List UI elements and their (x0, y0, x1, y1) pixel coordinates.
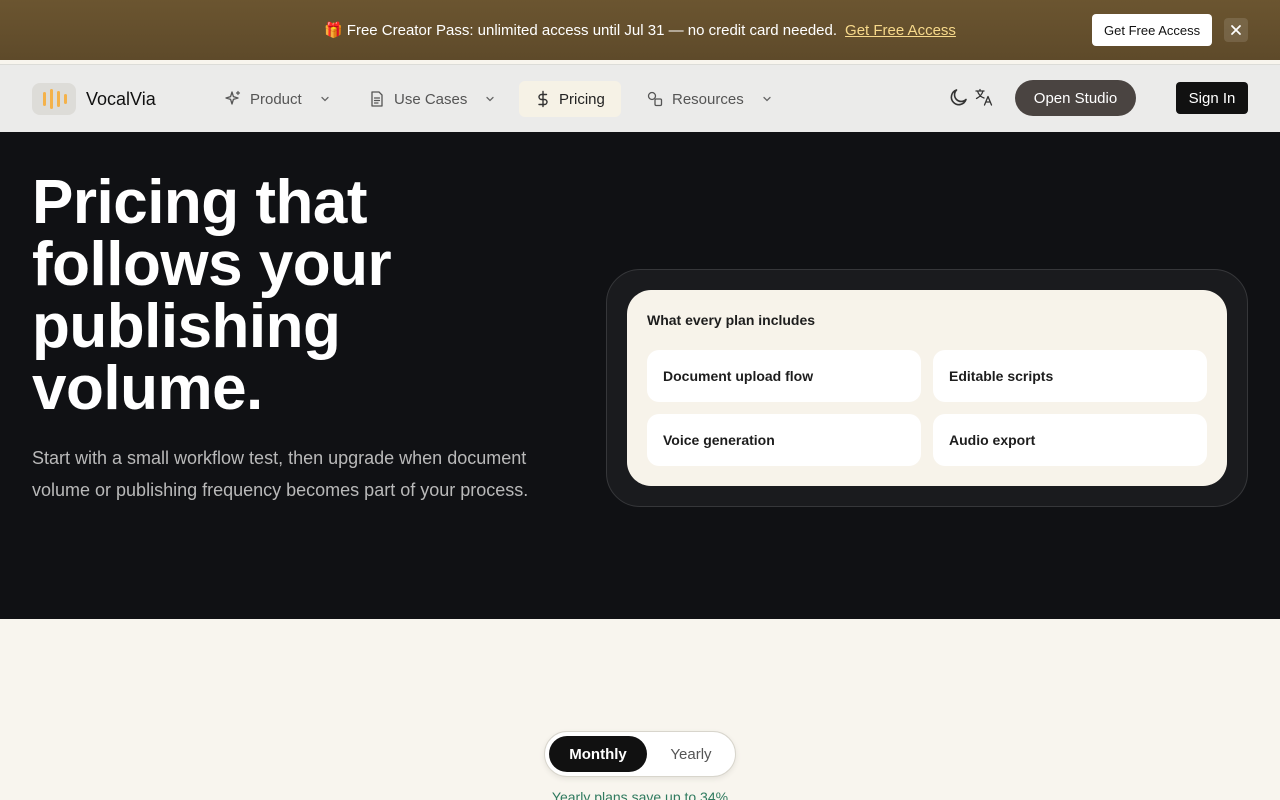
nav-item-pricing[interactable]: Pricing (519, 81, 621, 117)
hero-section: Pricing that follows your publishing vol… (0, 132, 1280, 619)
get-free-access-button[interactable]: Get Free Access (1092, 14, 1213, 46)
nav-item-label: Product (250, 90, 302, 108)
logo-icon (32, 83, 76, 115)
close-icon (1231, 25, 1241, 35)
nav-item-label: Pricing (559, 90, 605, 108)
plan-includes-card: What every plan includes Document upload… (627, 290, 1227, 486)
chevron-down-icon (486, 96, 495, 102)
nav-item-use-cases[interactable]: Use Cases (358, 81, 505, 117)
billing-period-toggle: Monthly Yearly (544, 731, 736, 777)
billing-yearly-option[interactable]: Yearly (649, 736, 733, 772)
feature-item: Audio export (933, 414, 1207, 466)
moon-icon (950, 89, 967, 106)
plan-includes-panel: What every plan includes Document upload… (606, 269, 1248, 507)
feature-item: Document upload flow (647, 350, 921, 402)
shapes-icon (647, 91, 663, 107)
document-icon (371, 91, 383, 107)
chevron-down-icon (763, 96, 771, 102)
feature-item: Voice generation (647, 414, 921, 466)
page-title: Pricing that follows your publishing vol… (32, 168, 392, 423)
promo-message: 🎁 Free Creator Pass: unlimited access un… (324, 21, 956, 40)
sign-in-button[interactable]: Sign In (1176, 82, 1248, 114)
promo-banner: 🎁 Free Creator Pass: unlimited access un… (0, 0, 1280, 60)
translate-icon (975, 88, 993, 106)
close-banner-button[interactable] (1224, 18, 1248, 42)
nav-item-label: Resources (672, 90, 744, 108)
language-button[interactable] (973, 86, 995, 108)
gift-icon: 🎁 (324, 22, 343, 39)
chevron-down-icon (321, 96, 329, 102)
dollar-icon (538, 90, 548, 108)
theme-toggle-button[interactable] (948, 86, 970, 108)
yearly-savings-note: Yearly plans save up to 34% (551, 789, 729, 800)
nav-item-resources[interactable]: Resources (636, 81, 782, 117)
promo-link[interactable]: Get Free Access (845, 22, 956, 39)
nav-item-product[interactable]: Product (214, 81, 340, 117)
brand[interactable]: VocalVia (32, 83, 156, 115)
includes-title: What every plan includes (647, 312, 816, 328)
feature-item: Editable scripts (933, 350, 1207, 402)
hero-subtitle: Start with a small workflow test, then u… (32, 448, 529, 500)
nav-item-label: Use Cases (394, 90, 468, 108)
billing-monthly-option[interactable]: Monthly (549, 736, 647, 772)
sparkles-icon (225, 90, 241, 105)
brand-name: VocalVia (86, 88, 156, 109)
open-studio-button[interactable]: Open Studio (1015, 80, 1136, 116)
promo-text: Free Creator Pass: unlimited access unti… (346, 21, 838, 39)
